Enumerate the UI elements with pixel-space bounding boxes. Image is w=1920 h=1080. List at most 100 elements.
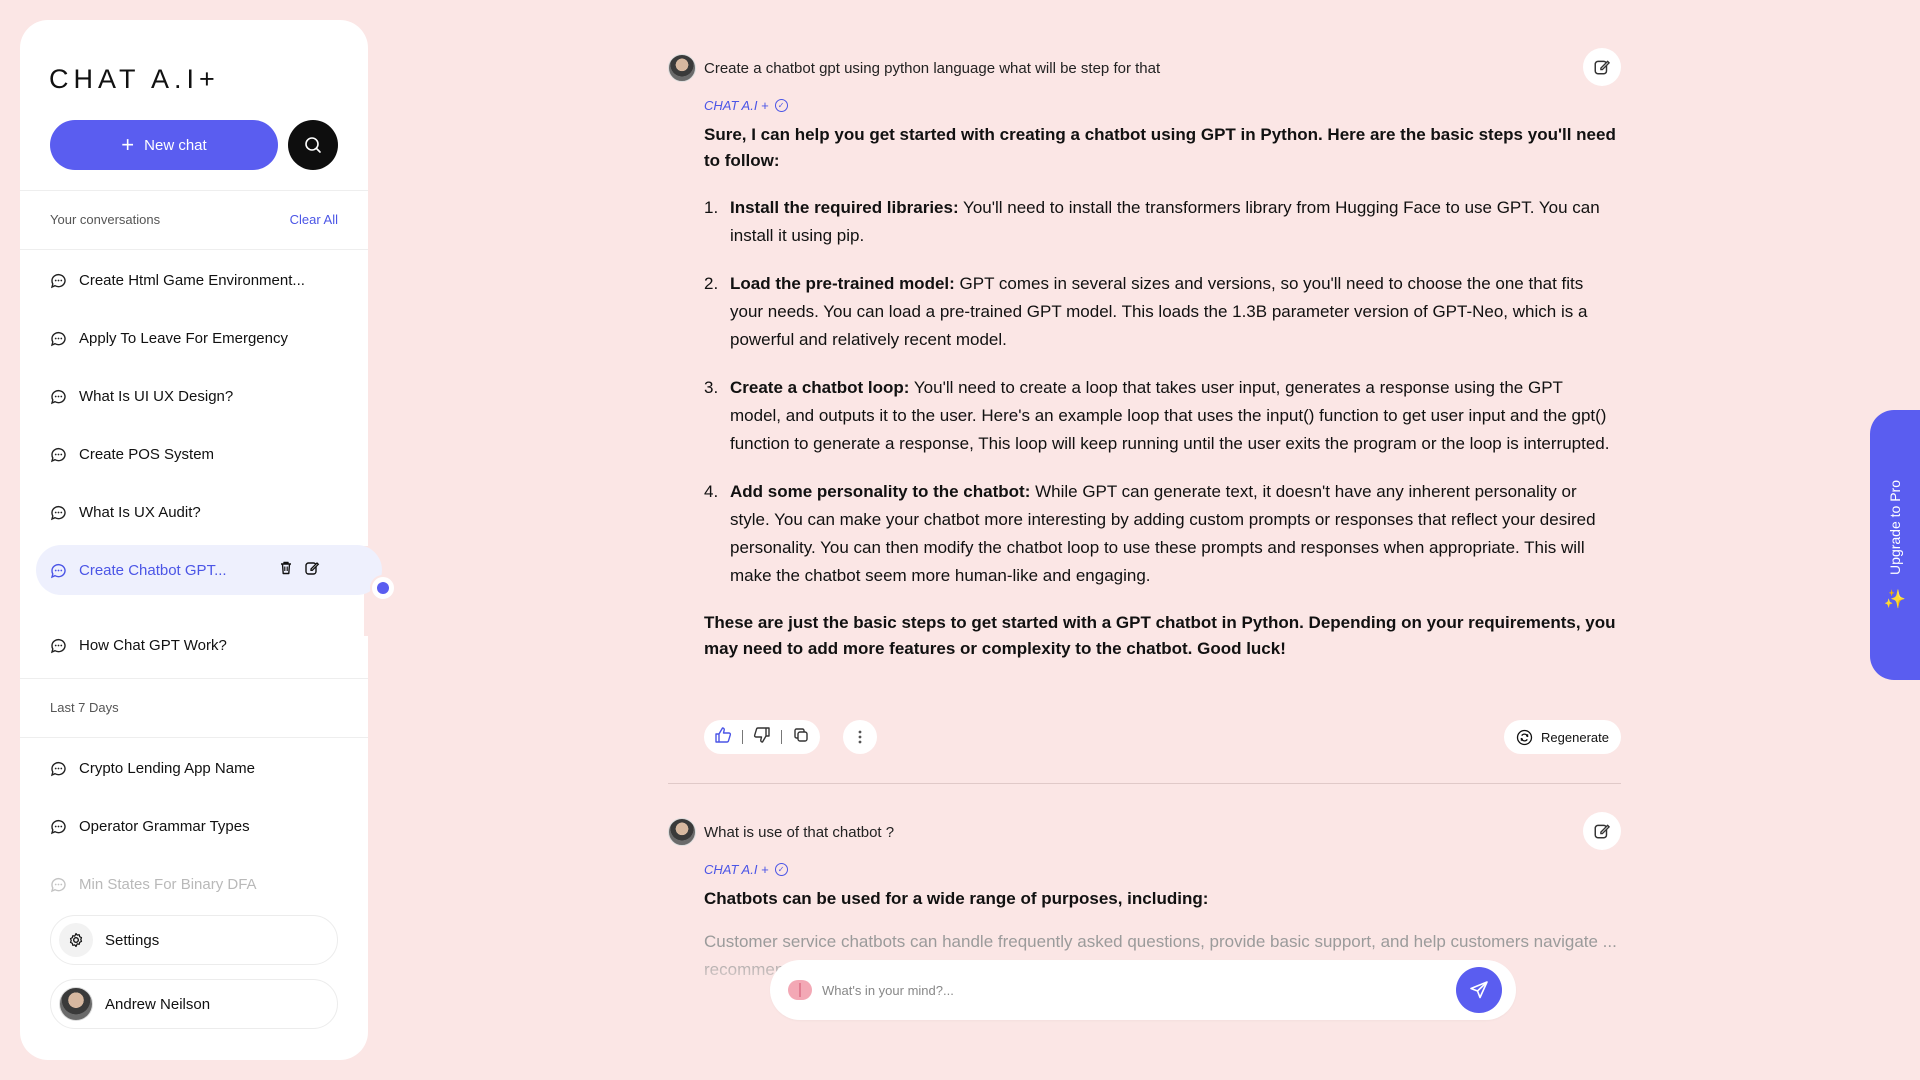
step-number: 2. [704,274,719,293]
more-vertical-icon [858,730,862,744]
brand-logo: CHAT A.I+ [49,64,220,94]
answer-intro: Chatbots can be used for a wide range of… [704,889,1209,908]
chat-bubble-icon [50,637,67,654]
step-number: 1. [704,198,719,217]
ai-name: CHAT A.I + [704,98,769,113]
message-divider [668,783,1621,784]
upgrade-label: Upgrade to Pro [1887,480,1903,575]
step-title: Load the pre-trained model: [730,274,955,293]
send-icon [1470,981,1488,999]
conversation-item[interactable]: Apply To Leave For Emergency [50,323,338,353]
answer-actions: Regenerate [704,720,1621,754]
settings-button[interactable]: Settings [50,915,338,965]
gear-icon [59,923,93,957]
thumbs-up-icon[interactable] [714,726,732,749]
chat-bubble-icon [50,760,67,777]
avatar [668,818,696,846]
regenerate-icon [1516,729,1533,745]
chat-thread: Create a chatbot gpt using python langua… [668,0,1621,1080]
conversations-heading: Your conversations [50,212,161,227]
conversation-title: Min States For Binary DFA [79,875,257,893]
separator [781,730,782,744]
upgrade-to-pro-tab[interactable]: Upgrade to Pro ✨ [1870,410,1920,680]
conversation-title: Crypto Lending App Name [79,759,255,777]
edit-icon[interactable] [304,560,320,580]
last7-header: Last 7 Days [50,700,338,715]
edit-icon [1594,824,1611,839]
feedback-group [704,720,820,754]
settings-label: Settings [105,931,160,949]
step-number: 3. [704,378,719,397]
conversation-item[interactable]: Crypto Lending App Name [50,753,338,783]
regenerate-label: Regenerate [1541,729,1609,745]
step-title: Add some personality to the chatbot: [730,482,1031,501]
user-question: What is use of that chatbot ? [704,823,895,841]
chat-bubble-icon [50,272,67,289]
conversation-item[interactable]: Operator Grammar Types [50,811,338,841]
separator [742,730,743,744]
answer-intro: Sure, I can help you get started with cr… [704,125,1616,170]
conversation-item[interactable]: Create Html Game Environment... [50,265,338,295]
edit-message-button[interactable] [1583,48,1621,86]
answer-step: 4. Add some personality to the chatbot: … [704,478,1621,590]
verified-icon: ✓ [774,99,788,112]
conversation-item[interactable]: What Is UX Audit? [50,497,338,527]
conversation-item[interactable]: What Is UI UX Design? [50,381,338,411]
conversation-item[interactable]: Min States For Binary DFA [50,869,338,899]
conversation-title: Create POS System [79,445,215,463]
chat-bubble-icon [50,330,67,347]
step-title: Create a chatbot loop: [730,378,910,397]
edit-message-button[interactable] [1583,812,1621,850]
new-chat-label: New chat [144,136,207,154]
divider [20,678,368,679]
divider [20,737,368,738]
search-icon [305,137,321,153]
verified-icon: ✓ [774,863,788,876]
user-profile-button[interactable]: Andrew Neilson [50,979,338,1029]
ai-label: CHAT A.I + ✓ [704,862,788,877]
prompt-input[interactable] [822,982,1442,998]
conversation-title: Operator Grammar Types [79,817,250,835]
answer-step: 2. Load the pre-trained model: GPT comes… [704,270,1621,354]
conversation-title: Create Chatbot GPT... [79,561,227,579]
user-question: Create a chatbot gpt using python langua… [704,59,1161,77]
active-indicator-dot [370,575,396,601]
step-title: Install the required libraries: [730,198,959,217]
conversation-title: Create Html Game Environment... [79,271,305,289]
user-message: Create a chatbot gpt using python langua… [668,48,1621,86]
search-button[interactable] [288,120,338,170]
thumbs-down-icon[interactable] [753,726,771,749]
avatar [59,987,93,1021]
regenerate-button[interactable]: Regenerate [1504,720,1621,754]
chat-bubble-icon [50,876,67,893]
clear-all-link[interactable]: Clear All [290,212,338,227]
new-chat-button[interactable]: + New chat [50,120,278,170]
conversation-item-active[interactable]: Create Chatbot GPT... [36,545,382,595]
last7-heading: Last 7 Days [50,700,119,715]
conversation-item[interactable]: Create POS System [50,439,338,469]
trash-icon[interactable] [278,560,294,580]
conversation-item[interactable]: How Chat GPT Work? [50,630,338,660]
chat-bubble-icon [50,446,67,463]
more-options-button[interactable] [843,720,877,754]
plus-icon: + [121,132,135,157]
avatar [668,54,696,82]
answer-steps: 1. Install the required libraries: You'l… [704,194,1621,590]
sidebar: CHAT A.I+ + New chat Your conversations … [20,20,408,1060]
send-button[interactable] [1456,967,1502,1013]
chat-bubble-icon [50,504,67,521]
edit-icon [1594,60,1611,75]
chat-bubble-icon [50,562,67,579]
user-name: Andrew Neilson [105,995,211,1013]
ai-label: CHAT A.I + ✓ [704,98,788,113]
conversation-title: Apply To Leave For Emergency [79,329,288,347]
divider [20,249,368,250]
chat-bubble-icon [50,388,67,405]
brain-icon [788,980,812,1000]
ai-name: CHAT A.I + [704,862,769,877]
prompt-bar [770,960,1516,1020]
conversations-header: Your conversations Clear All [50,212,338,227]
divider [20,190,368,191]
conversation-title: What Is UX Audit? [79,503,201,521]
copy-icon[interactable] [792,726,810,749]
